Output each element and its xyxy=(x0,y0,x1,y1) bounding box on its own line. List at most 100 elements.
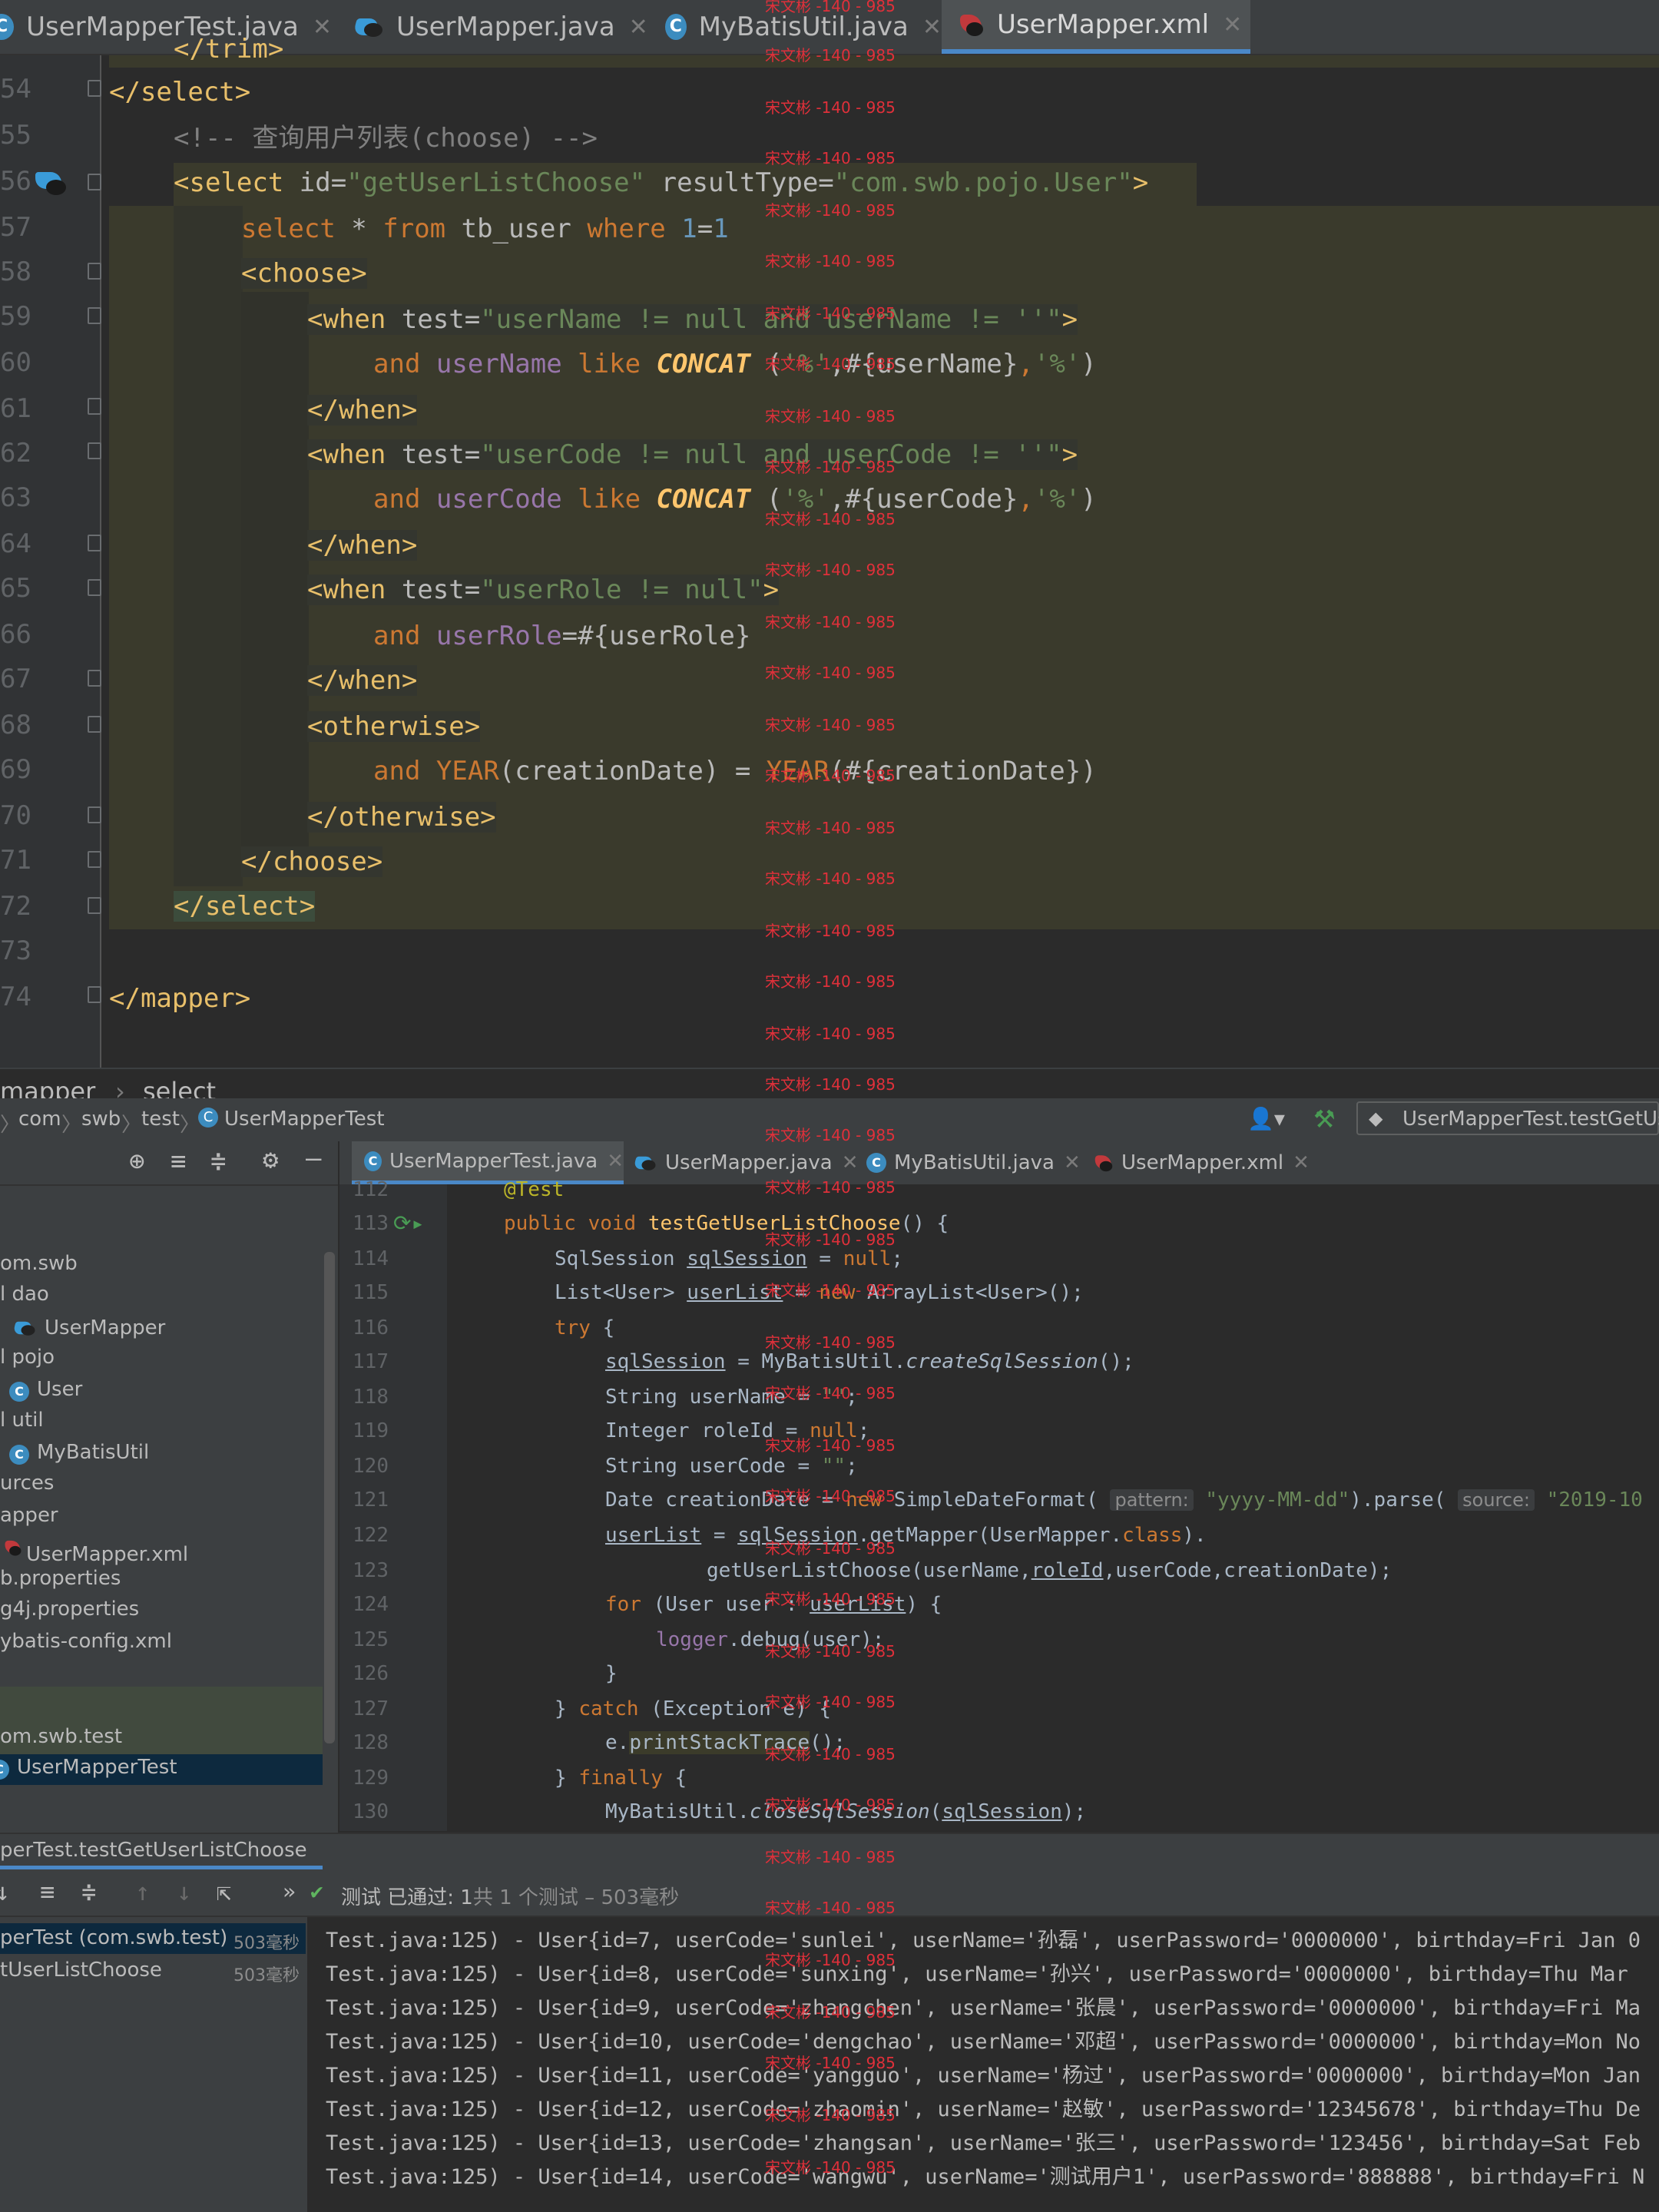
watermark: 宋文彬 -140 - 985 xyxy=(765,1230,896,1249)
tab-usermapper-xml[interactable]: UserMapper.xml ✕ xyxy=(1091,1141,1321,1184)
mapper-navigation-icon[interactable] xyxy=(31,169,71,200)
watermark: 宋文彬 -140 - 985 xyxy=(765,46,896,65)
line-number: 123 xyxy=(353,1559,389,1582)
locate-icon[interactable]: ⊕ xyxy=(129,1146,144,1177)
fold-marker[interactable] xyxy=(88,670,101,687)
check-icon: ✔ xyxy=(310,1879,323,1904)
close-icon[interactable]: ✕ xyxy=(629,14,648,41)
fold-marker[interactable] xyxy=(88,716,101,733)
fold-marker[interactable] xyxy=(88,307,101,324)
tree-item[interactable]: C MyBatisUtil xyxy=(9,1441,149,1465)
code-line: <when test="userName != null and userNam… xyxy=(307,304,1078,335)
watermark: 宋文彬 -140 - 985 xyxy=(765,458,896,476)
fold-marker[interactable] xyxy=(88,806,101,823)
nav-item[interactable]: com xyxy=(18,1108,61,1131)
nav-item[interactable]: test xyxy=(141,1108,180,1131)
project-scrollbar[interactable] xyxy=(324,1252,335,1743)
tree-item[interactable]: g4j.properties xyxy=(0,1598,139,1621)
fold-marker[interactable] xyxy=(88,535,101,551)
more-icon[interactable]: » xyxy=(283,1879,296,1904)
gear-icon[interactable]: ⚙ xyxy=(263,1144,278,1175)
line-number: 74 xyxy=(0,982,31,1012)
fold-marker[interactable] xyxy=(88,263,101,280)
close-icon[interactable]: ✕ xyxy=(1064,1151,1081,1174)
tree-item[interactable]: l util xyxy=(0,1409,44,1432)
fold-marker[interactable] xyxy=(88,174,101,190)
fold-marker[interactable] xyxy=(88,442,101,459)
code-line: } xyxy=(605,1662,618,1685)
expand-all-icon[interactable]: ≡ xyxy=(40,1877,55,1906)
line-number: 65 xyxy=(0,573,31,604)
code-line: try { xyxy=(555,1316,615,1339)
watermark: 宋文彬 -140 - 985 xyxy=(765,922,896,940)
mapper-icon xyxy=(353,14,384,40)
fold-marker[interactable] xyxy=(88,851,101,868)
tab-usermapper-java[interactable]: UserMapper.java ✕ xyxy=(353,0,653,54)
tree-item[interactable]: urces xyxy=(0,1472,54,1495)
line-number: 125 xyxy=(353,1628,389,1651)
tree-item[interactable]: UserMapper.xml xyxy=(0,1535,188,1566)
tab-mybatisutil-java[interactable]: C MyBatisUtil.java ✕ xyxy=(866,1141,1089,1184)
line-number: 124 xyxy=(353,1593,389,1616)
run-config-label: UserMapperTest.testGetUse xyxy=(1402,1108,1659,1131)
tree-item[interactable]: UserMapper xyxy=(9,1315,165,1341)
nav-item[interactable]: UserMapperTest xyxy=(224,1108,385,1131)
watermark: 宋文彬 -140 - 985 xyxy=(765,1436,896,1455)
class-icon: C xyxy=(0,14,15,40)
line-number: 121 xyxy=(353,1488,389,1512)
close-icon[interactable]: ✕ xyxy=(842,1151,859,1174)
tree-item[interactable]: om.swb xyxy=(0,1252,78,1275)
line-number: 122 xyxy=(353,1524,389,1547)
run-tab[interactable]: perTest.testGetUserListChoose xyxy=(0,1834,323,1869)
nav-item[interactable]: swb xyxy=(81,1108,121,1131)
watermark: 宋文彬 -140 - 985 xyxy=(765,355,896,373)
code-line: <!-- 查询用户列表(choose) --> xyxy=(174,123,598,154)
fold-marker[interactable] xyxy=(88,897,101,914)
tab-label: UserMapper.xml xyxy=(997,9,1210,40)
tab-usermappertest-java[interactable]: C UserMapperTest.java ✕ xyxy=(352,1141,624,1184)
fold-marker[interactable] xyxy=(88,80,101,97)
arrow-down-icon[interactable]: ↓ xyxy=(177,1877,191,1906)
tree-item[interactable]: om.swb.test xyxy=(0,1725,122,1748)
tab-usermapper-xml[interactable]: UserMapper.xml ✕ xyxy=(942,0,1250,54)
code-line: SqlSession sqlSession = null; xyxy=(555,1247,903,1270)
test-tree-row[interactable]: tUserListChoose 503毫秒 xyxy=(0,1955,306,1986)
close-icon[interactable]: ✕ xyxy=(313,14,332,41)
watermark: 宋文彬 -140 - 985 xyxy=(765,1178,896,1197)
close-icon[interactable]: ✕ xyxy=(1293,1151,1310,1174)
expand-all-icon[interactable]: ≡ xyxy=(171,1146,186,1177)
fold-marker[interactable] xyxy=(88,986,101,1003)
tab-label: MyBatisUtil.java xyxy=(698,12,909,42)
tree-item[interactable]: C User xyxy=(9,1378,82,1402)
code-line: getUserListChoose(userName,roleId,userCo… xyxy=(707,1559,1392,1582)
watermark: 宋文彬 -140 - 985 xyxy=(765,0,896,15)
tree-item[interactable]: l dao xyxy=(0,1283,49,1306)
tree-item-selected[interactable]: CUserMapperTest xyxy=(0,1756,177,1780)
collapse-all-icon[interactable]: ≑ xyxy=(81,1877,96,1906)
fold-marker[interactable] xyxy=(88,398,101,415)
mapper-icon xyxy=(634,1153,657,1173)
run-config-selector[interactable]: ◆ UserMapperTest.testGetUse xyxy=(1356,1101,1659,1135)
tree-item[interactable]: l pojo xyxy=(0,1346,55,1369)
watermark: 宋文彬 -140 - 985 xyxy=(765,1384,896,1402)
collapse-all-icon[interactable]: ≑ xyxy=(210,1146,226,1177)
line-number: 70 xyxy=(0,800,31,831)
close-icon[interactable]: ✕ xyxy=(922,14,942,41)
close-icon[interactable]: ✕ xyxy=(1223,12,1242,38)
test-tree-row-selected[interactable]: perTest (com.swb.test) 503毫秒 xyxy=(0,1923,306,1954)
run-test-icon[interactable]: ⟳▸ xyxy=(393,1210,424,1236)
arrow-up-icon[interactable]: ↑ xyxy=(135,1877,150,1906)
line-number: 113 xyxy=(353,1212,389,1235)
tree-item[interactable]: apper xyxy=(0,1504,58,1527)
build-hammer-icon[interactable]: ⚒ xyxy=(1313,1104,1336,1134)
sort-icon[interactable]: ⇅ xyxy=(0,1877,7,1906)
export-icon[interactable]: ⇱ xyxy=(217,1877,231,1906)
minimize-icon[interactable]: — xyxy=(306,1143,321,1174)
tree-item[interactable]: ybatis-config.xml xyxy=(0,1630,172,1653)
tree-item[interactable]: b.properties xyxy=(0,1567,121,1590)
user-icon[interactable]: 👤▾ xyxy=(1247,1106,1285,1131)
watermark: 宋文彬 -140 - 985 xyxy=(765,869,896,888)
console-line: Test.java:125) - User{id=9, userCode='zh… xyxy=(326,1996,1641,2020)
fold-marker[interactable] xyxy=(88,579,101,596)
close-icon[interactable]: ✕ xyxy=(607,1150,624,1173)
